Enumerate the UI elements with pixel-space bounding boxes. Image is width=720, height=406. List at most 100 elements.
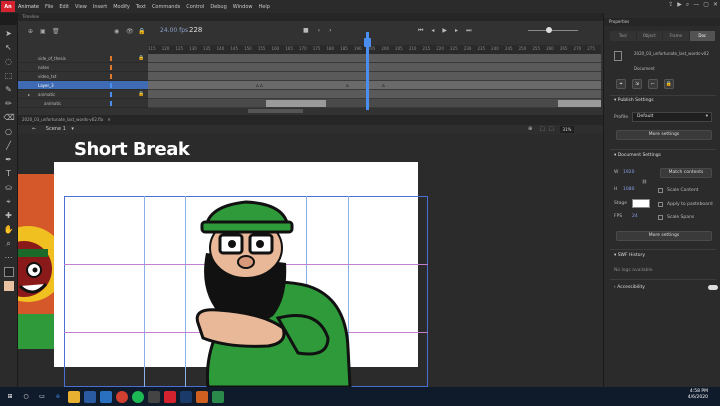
mail-icon[interactable] bbox=[100, 390, 112, 403]
show-all-icon[interactable]: 👁 bbox=[126, 28, 134, 35]
timeline-zoom-slider[interactable] bbox=[528, 30, 578, 31]
close-icon[interactable]: ✕ bbox=[713, 1, 718, 9]
pasteboard[interactable]: Short Break bbox=[18, 134, 603, 387]
link-icon[interactable]: ⛓ bbox=[642, 179, 647, 184]
tab-frame[interactable]: Frame bbox=[663, 31, 689, 41]
lock-icon[interactable]: 🔒 bbox=[664, 79, 674, 89]
search-icon[interactable]: ⌕ bbox=[686, 1, 689, 9]
timeline-folder-icon[interactable]: ▣ bbox=[40, 28, 46, 35]
frame-row[interactable]: ᐃ ᐃ ᐃ ᐃ bbox=[148, 81, 601, 90]
hand-tool-icon[interactable]: ✋ bbox=[4, 225, 14, 235]
tab-tool[interactable]: Tool bbox=[610, 31, 636, 41]
search-icon[interactable]: ○ bbox=[20, 391, 32, 403]
app-icon[interactable] bbox=[148, 390, 160, 403]
accessibility-header[interactable]: › Accessibility bbox=[614, 285, 645, 290]
photoshop-icon[interactable] bbox=[180, 390, 192, 403]
paint-bucket-icon[interactable]: ⛀ bbox=[4, 183, 14, 193]
line-tool-icon[interactable]: ╱ bbox=[4, 141, 14, 151]
animate-taskbar-icon[interactable] bbox=[164, 390, 176, 403]
zoom-level[interactable]: 31% bbox=[560, 126, 574, 133]
edge-browser-icon[interactable]: e bbox=[52, 391, 64, 403]
minimize-icon[interactable]: — bbox=[693, 1, 699, 9]
tween-span[interactable] bbox=[266, 100, 326, 107]
stage-title-text[interactable]: Short Break bbox=[74, 139, 190, 160]
eraser-tool-icon[interactable]: ⌫ bbox=[4, 113, 15, 123]
height-field[interactable]: 1080 bbox=[623, 187, 634, 192]
zoom-tool-icon[interactable]: ⌕ bbox=[4, 239, 14, 249]
publish-settings-header[interactable]: ▾ Publish Settings bbox=[614, 98, 654, 103]
pen-tool-icon[interactable]: ✒ bbox=[4, 155, 14, 165]
layer-row[interactable]: animatic bbox=[18, 99, 148, 108]
more-settings-button-2[interactable]: More settings bbox=[616, 231, 712, 241]
next-keyframe-icon[interactable]: › bbox=[329, 27, 331, 34]
windows-start-icon[interactable]: ⊞ bbox=[4, 391, 16, 403]
menu-help[interactable]: Help bbox=[259, 4, 270, 10]
share-icon[interactable]: ⇪ bbox=[668, 1, 673, 9]
close-tab-icon[interactable]: ✕ bbox=[107, 117, 110, 122]
chrome-icon[interactable] bbox=[116, 390, 128, 403]
document-tab[interactable]: 2020_03_unfortunate_last_words-v02.fla bbox=[22, 117, 103, 122]
back-arrow-icon[interactable]: ← bbox=[32, 126, 36, 132]
stage-color-swatch[interactable] bbox=[632, 199, 650, 208]
layer-row-selected[interactable]: Layer_3 bbox=[18, 81, 148, 90]
stop-icon[interactable]: ■ bbox=[303, 27, 309, 34]
tab-object[interactable]: Object bbox=[636, 31, 662, 41]
crop-icon[interactable]: ⌐ bbox=[648, 79, 658, 89]
app-icon[interactable] bbox=[196, 390, 208, 403]
menu-edit[interactable]: Edit bbox=[59, 4, 69, 10]
timeline-scrollbar[interactable] bbox=[248, 109, 303, 113]
menu-window[interactable]: Window bbox=[233, 4, 253, 10]
frame-row[interactable] bbox=[148, 99, 601, 108]
playhead-handle[interactable] bbox=[364, 38, 371, 47]
task-view-icon[interactable]: ▭ bbox=[36, 391, 48, 403]
prev-keyframe-icon[interactable]: ‹ bbox=[318, 27, 320, 34]
menu-file[interactable]: File bbox=[45, 4, 53, 10]
scale-content-checkbox[interactable] bbox=[658, 188, 663, 193]
tab-doc[interactable]: Doc bbox=[689, 31, 715, 41]
width-field[interactable]: 1920 bbox=[623, 170, 634, 175]
bone-tool-icon[interactable]: ✚ bbox=[4, 211, 14, 221]
frame-ruler[interactable]: 115 120 125 130 135 140 145 150 155 160 165 170 175 1… bbox=[148, 45, 601, 54]
timeline-new-layer-icon[interactable]: ⊕ bbox=[28, 28, 33, 35]
menu-view[interactable]: View bbox=[75, 4, 87, 10]
menu-commands[interactable]: Commands bbox=[152, 4, 180, 10]
stroke-color-swatch[interactable] bbox=[3, 267, 14, 277]
center-stage-icon[interactable]: ⊕ bbox=[528, 125, 532, 134]
snap-icon[interactable]: ⌖ bbox=[616, 79, 626, 89]
play-icon[interactable]: ▶ bbox=[677, 1, 682, 9]
maximize-icon[interactable]: ▢ bbox=[703, 1, 709, 9]
step-forward-icon[interactable]: ▸ bbox=[455, 27, 458, 35]
file-explorer-icon[interactable] bbox=[68, 390, 80, 403]
camera-icon[interactable]: ◉ bbox=[114, 28, 119, 35]
current-frame[interactable]: 228 bbox=[189, 26, 202, 34]
lock-all-icon[interactable]: 🔒 bbox=[138, 28, 145, 35]
swf-history-header[interactable]: ▾ SWF History bbox=[614, 253, 645, 258]
menu-debug[interactable]: Debug bbox=[210, 4, 226, 10]
eyedropper-icon[interactable]: ⌖ bbox=[4, 197, 14, 207]
scene-name[interactable]: Scene 1 bbox=[46, 126, 66, 132]
character-artwork[interactable] bbox=[168, 198, 358, 387]
app-icon[interactable] bbox=[212, 390, 224, 403]
frame-row[interactable] bbox=[148, 63, 601, 72]
keyframe-marker[interactable]: ᐃ bbox=[382, 83, 385, 88]
fill-color-swatch[interactable] bbox=[3, 281, 14, 291]
system-clock[interactable]: 4:58 PM 4/6/2020 bbox=[688, 389, 708, 401]
keyframe-marker[interactable]: ᐃ bbox=[346, 83, 349, 88]
menu-insert[interactable]: Insert bbox=[93, 4, 107, 10]
timeline-delete-icon[interactable]: 🗑 bbox=[52, 28, 60, 35]
lock-icon[interactable]: 🔒 bbox=[138, 54, 144, 63]
menu-modify[interactable]: Modify bbox=[113, 4, 130, 10]
store-icon[interactable] bbox=[84, 390, 96, 403]
layer-row[interactable]: video_txt bbox=[18, 72, 148, 81]
text-tool-icon[interactable]: T bbox=[4, 169, 14, 179]
lasso-tool-icon[interactable]: ◌ bbox=[4, 57, 14, 67]
scene-dropdown-icon[interactable]: ▾ bbox=[71, 126, 74, 132]
timeline-zoom-handle[interactable] bbox=[546, 27, 552, 33]
profile-dropdown[interactable]: Default ▾ bbox=[632, 112, 712, 122]
apply-pasteboard-checkbox[interactable] bbox=[658, 202, 663, 207]
play-button-icon[interactable]: ▶ bbox=[442, 27, 447, 35]
transform-tool-icon[interactable]: ⬚ bbox=[4, 71, 14, 81]
lock-icon[interactable]: 🔒 bbox=[138, 90, 144, 99]
accessibility-toggle[interactable] bbox=[708, 285, 718, 290]
selection-tool-icon[interactable]: ➤ bbox=[4, 29, 14, 39]
